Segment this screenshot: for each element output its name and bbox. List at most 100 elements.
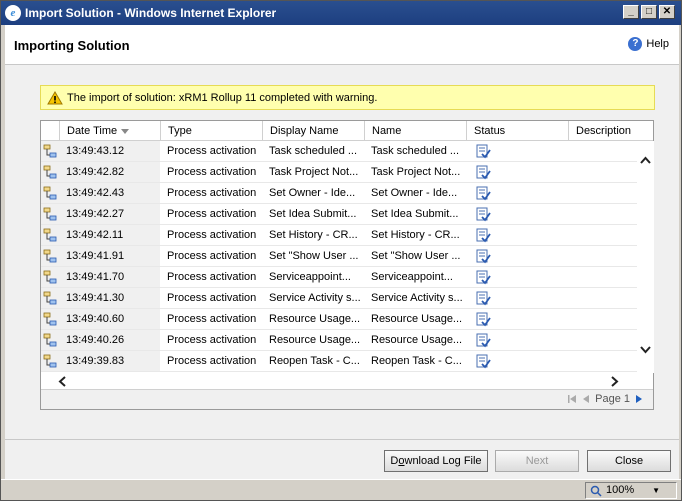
cell-date-time: 13:49:41.91 bbox=[59, 246, 160, 266]
status-completed-icon bbox=[476, 291, 491, 306]
title-bar: e Import Solution - Windows Internet Exp… bbox=[1, 1, 681, 25]
browser-window: e Import Solution - Windows Internet Exp… bbox=[0, 0, 682, 501]
close-button[interactable]: Close bbox=[587, 450, 671, 472]
table-row[interactable]: 13:49:40.60 Process activation Resource Us… bbox=[41, 309, 637, 330]
cell-description bbox=[568, 141, 637, 161]
cell-status bbox=[466, 162, 568, 182]
next-page-icon[interactable] bbox=[635, 394, 643, 404]
column-label[interactable]: Date Time bbox=[67, 125, 117, 137]
table-row[interactable]: 13:49:41.70 Process activation Serviceappo… bbox=[41, 267, 637, 288]
table-row[interactable]: 13:49:40.26 Process activation Resource Us… bbox=[41, 330, 637, 351]
download-log-file-button[interactable]: Download Log File bbox=[384, 450, 488, 472]
scroll-down-icon[interactable] bbox=[640, 345, 651, 357]
column-label[interactable]: Description bbox=[576, 125, 631, 137]
warning-icon bbox=[47, 90, 63, 104]
cell-type: Process activation bbox=[167, 355, 257, 367]
cell-type: Process activation bbox=[167, 229, 257, 241]
scroll-up-icon[interactable] bbox=[640, 155, 651, 167]
help-link[interactable]: ? Help bbox=[628, 37, 669, 51]
cell-description bbox=[568, 267, 637, 287]
cell-name: Serviceappoint... bbox=[371, 271, 453, 283]
status-completed-icon bbox=[476, 312, 491, 327]
first-page-icon[interactable] bbox=[567, 394, 577, 404]
scroll-right-icon[interactable] bbox=[611, 376, 619, 390]
column-display-name[interactable]: Display Name bbox=[262, 121, 364, 141]
table-row[interactable]: 13:49:43.12 Process activation Task schedu… bbox=[41, 141, 637, 162]
ie-icon: e bbox=[5, 5, 21, 21]
previous-page-icon[interactable] bbox=[582, 394, 590, 404]
column-label[interactable]: Status bbox=[474, 125, 505, 137]
minimize-button[interactable]: _ bbox=[623, 5, 639, 19]
column-label[interactable]: Type bbox=[168, 125, 192, 137]
scroll-left-icon[interactable] bbox=[58, 376, 66, 390]
chevron-down-icon[interactable]: ▼ bbox=[652, 483, 660, 498]
column-description[interactable]: Description bbox=[568, 121, 653, 141]
cell-description bbox=[568, 183, 637, 203]
help-icon[interactable]: ? bbox=[628, 37, 643, 51]
process-icon bbox=[43, 186, 57, 200]
column-date-time[interactable]: Date Time bbox=[59, 121, 160, 141]
cell-name: Task scheduled ... bbox=[371, 145, 460, 157]
table-row[interactable]: 13:49:39.83 Process activation Reopen Task… bbox=[41, 351, 637, 372]
row-type-cell bbox=[41, 162, 59, 182]
table-row[interactable]: 13:49:42.43 Process activation Set Owner -… bbox=[41, 183, 637, 204]
process-icon bbox=[43, 354, 57, 368]
cell-type: Process activation bbox=[167, 313, 257, 325]
cell-status bbox=[466, 267, 568, 287]
import-log-grid: Date Time Type Display Name Name Status … bbox=[40, 120, 654, 410]
row-type-cell bbox=[41, 183, 59, 203]
cell-type: Process activation bbox=[167, 187, 257, 199]
warning-message: The import of solution: xRM1 Rollup 11 c… bbox=[67, 91, 378, 104]
column-name[interactable]: Name bbox=[364, 121, 466, 141]
cell-name: Set Idea Submit... bbox=[371, 208, 459, 220]
process-icon bbox=[43, 249, 57, 263]
cell-status bbox=[466, 204, 568, 224]
zoom-control[interactable]: 100% ▼ bbox=[585, 482, 677, 499]
process-icon bbox=[43, 291, 57, 305]
column-label[interactable]: Display Name bbox=[270, 125, 338, 137]
pager-controls: Page 1 bbox=[567, 393, 643, 405]
process-icon bbox=[43, 333, 57, 347]
table-row[interactable]: 13:49:41.30 Process activation Service Act… bbox=[41, 288, 637, 309]
cell-display-name: Set History - CR... bbox=[269, 229, 358, 241]
column-type[interactable]: Type bbox=[160, 121, 262, 141]
process-icon bbox=[43, 312, 57, 326]
maximize-button[interactable]: □ bbox=[641, 5, 657, 19]
cell-type: Process activation bbox=[167, 250, 257, 262]
cell-type: Process activation bbox=[167, 334, 257, 346]
process-icon bbox=[43, 207, 57, 221]
download-label-end[interactable]: wnload Log File bbox=[405, 455, 482, 467]
vertical-scrollbar[interactable] bbox=[637, 141, 654, 373]
zoom-level[interactable]: 100% bbox=[606, 483, 634, 498]
cell-status bbox=[466, 141, 568, 161]
cell-type: Process activation bbox=[167, 145, 257, 157]
status-bar: 100% ▼ bbox=[1, 479, 681, 500]
table-row[interactable]: 13:49:42.82 Process activation Task Projec… bbox=[41, 162, 637, 183]
cell-name: Reopen Task - C... bbox=[371, 355, 462, 367]
zoom-icon[interactable] bbox=[590, 485, 602, 497]
cell-display-name: Serviceappoint... bbox=[269, 271, 351, 283]
status-completed-icon bbox=[476, 165, 491, 180]
sort-descending-icon bbox=[121, 128, 130, 134]
row-type-cell bbox=[41, 288, 59, 308]
cell-description bbox=[568, 225, 637, 245]
cell-date-time: 13:49:42.43 bbox=[59, 183, 160, 203]
table-row[interactable]: 13:49:42.11 Process activation Set History… bbox=[41, 225, 637, 246]
help-label[interactable]: Help bbox=[646, 38, 669, 50]
table-row[interactable]: 13:49:42.27 Process activation Set Idea Su… bbox=[41, 204, 637, 225]
cell-status bbox=[466, 183, 568, 203]
header-icon-col bbox=[41, 121, 59, 141]
next-button[interactable]: Next bbox=[495, 450, 579, 472]
column-status[interactable]: Status bbox=[466, 121, 568, 141]
horizontal-scrollbar[interactable] bbox=[41, 373, 637, 389]
column-label[interactable]: Name bbox=[372, 125, 401, 137]
cell-description bbox=[568, 162, 637, 182]
cell-status bbox=[466, 330, 568, 350]
row-type-cell bbox=[41, 309, 59, 329]
cell-display-name: Service Activity s... bbox=[269, 292, 361, 304]
row-type-cell bbox=[41, 204, 59, 224]
cell-name: Resource Usage... bbox=[371, 313, 463, 325]
status-completed-icon bbox=[476, 207, 491, 222]
table-row[interactable]: 13:49:41.91 Process activation Set "Show U… bbox=[41, 246, 637, 267]
close-window-button[interactable]: ✕ bbox=[659, 5, 675, 19]
